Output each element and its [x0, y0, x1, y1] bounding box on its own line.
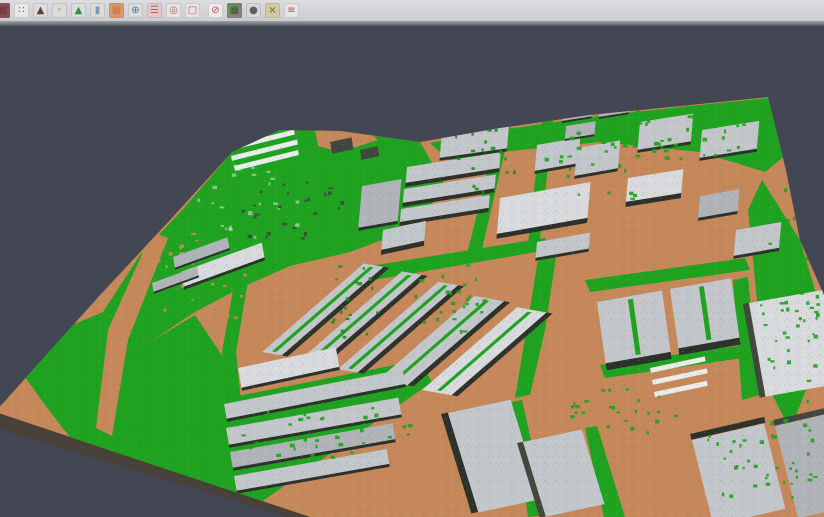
toolbar-icons: ▦ ∷ ▲ ◦ ▲ ▮ ■ ⊕ ☰ ◎ ▢ ⊘ ▦ ● × ≡	[0, 3, 301, 18]
terrain-mound-icon[interactable]: ▲	[33, 3, 48, 18]
measure-icon[interactable]: ×	[265, 3, 280, 18]
toolbar-border	[0, 21, 824, 26]
clear-classification-icon[interactable]: ⊘	[208, 3, 223, 18]
project-icon[interactable]: ▦	[0, 3, 10, 18]
attribute-table-icon: ☰	[147, 3, 162, 18]
target-circle-icon[interactable]: ◎	[166, 3, 181, 18]
selection-region-icon: ▢	[185, 3, 200, 18]
selection-region-icon[interactable]: ▢	[185, 3, 200, 18]
project-icon: ▦	[0, 3, 10, 18]
flag-stripes-icon[interactable]: ≡	[284, 3, 299, 18]
marker-point-icon: ◦	[52, 3, 67, 18]
toolbar: ▦ ∷ ▲ ◦ ▲ ▮ ■ ⊕ ☰ ◎ ▢ ⊘ ▦ ● × ≡	[0, 0, 824, 21]
measure-icon: ×	[265, 3, 280, 18]
clear-classification-icon: ⊘	[208, 3, 223, 18]
tie-points-icon: ∷	[14, 3, 29, 18]
globe-icon: ⊕	[128, 3, 143, 18]
sphere-view-icon: ●	[246, 3, 261, 18]
flag-stripes-icon: ≡	[284, 3, 299, 18]
dem-surface-icon[interactable]: ▲	[71, 3, 86, 18]
classification-colors-icon[interactable]: ▦	[227, 3, 242, 18]
sphere-view-icon[interactable]: ●	[246, 3, 261, 18]
target-circle-icon: ◎	[166, 3, 181, 18]
dem-surface-icon: ▲	[71, 3, 86, 18]
attribute-table-icon[interactable]: ☰	[147, 3, 162, 18]
tie-points-icon[interactable]: ∷	[14, 3, 29, 18]
classification-colors-icon: ▦	[227, 3, 242, 18]
terrain-mound-icon: ▲	[33, 3, 48, 18]
3d-viewport[interactable]	[0, 0, 824, 517]
application-window: ▦ ∷ ▲ ◦ ▲ ▮ ■ ⊕ ☰ ◎ ▢ ⊘ ▦ ● × ≡	[0, 0, 824, 517]
profile-panel-icon[interactable]: ▮	[90, 3, 105, 18]
profile-panel-icon: ▮	[90, 3, 105, 18]
orthomosaic-icon[interactable]: ■	[109, 3, 124, 18]
marker-point-icon[interactable]: ◦	[52, 3, 67, 18]
globe-icon[interactable]: ⊕	[128, 3, 143, 18]
orthomosaic-icon: ■	[109, 3, 124, 18]
